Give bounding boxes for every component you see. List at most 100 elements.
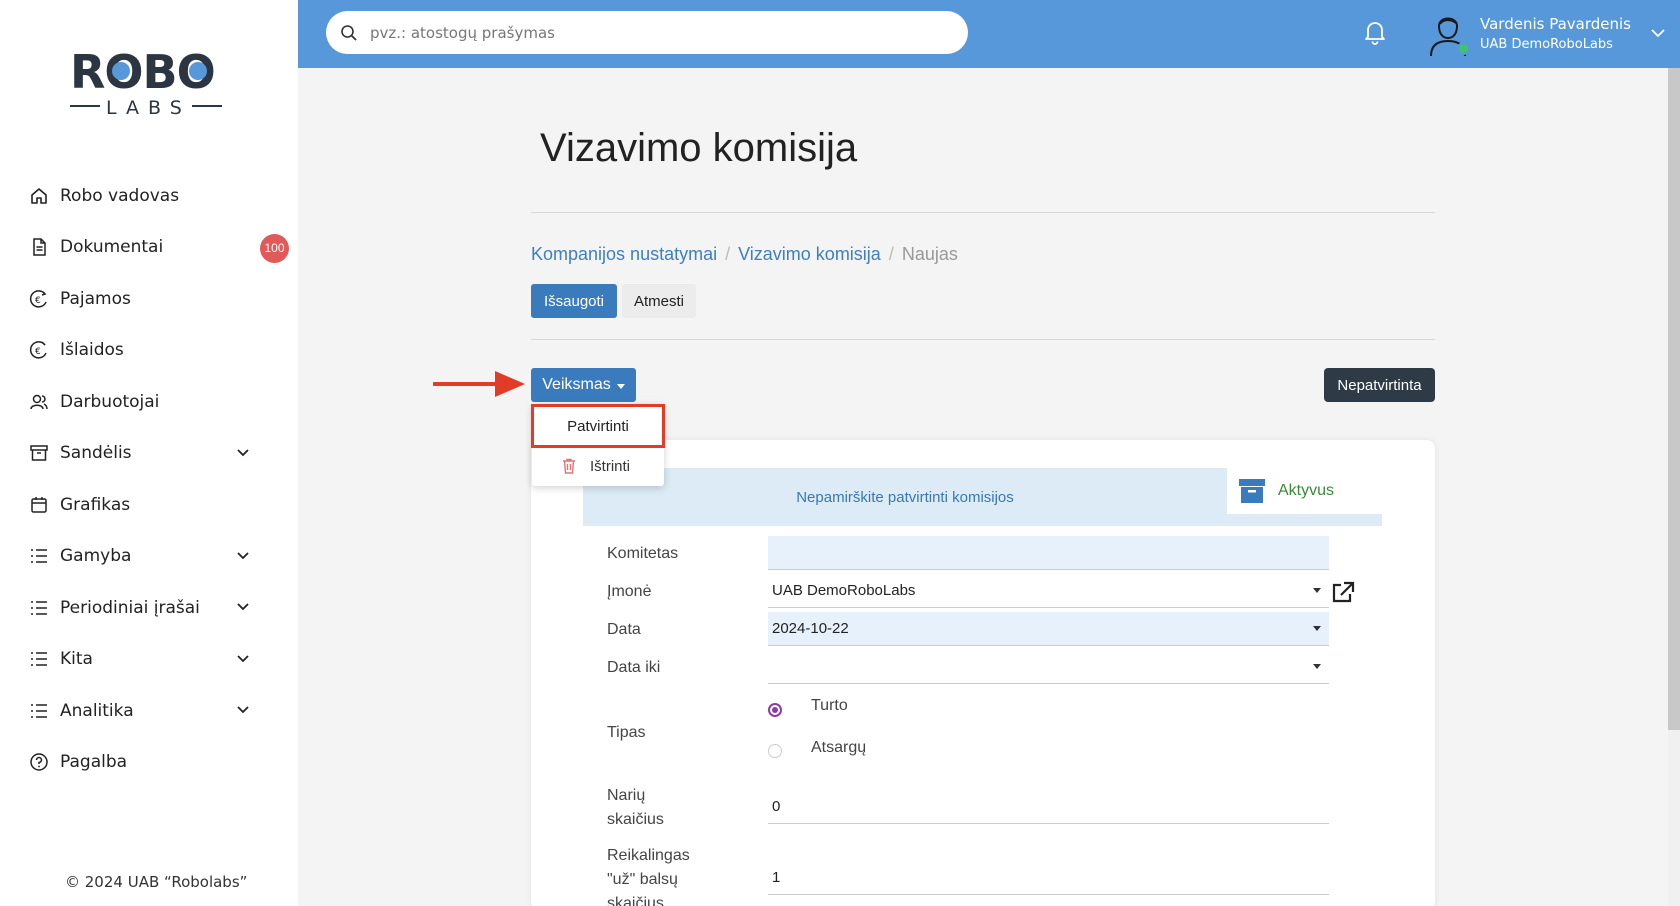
sidebar-item-gamyba[interactable]: Gamyba (0, 531, 298, 583)
archive-toggle-button[interactable]: Aktyvus (1228, 468, 1380, 514)
alert-banner-extension (1227, 514, 1382, 526)
members-label-line1: Narių (607, 787, 646, 804)
sidebar-item-label: Kita (60, 649, 93, 670)
members-label-line2: skaičius (607, 811, 664, 828)
committee-label: Komitetas (607, 545, 679, 562)
divider (531, 212, 1435, 213)
chevron-down-icon[interactable] (1650, 26, 1666, 40)
scrollbar-thumb[interactable] (1668, 68, 1680, 730)
sidebar: ROBO LABS Robo vadovas Dokumentai 100 € … (0, 0, 298, 906)
sidebar-item-label: Pajamos (60, 288, 131, 309)
chevron-down-icon[interactable] (236, 446, 250, 460)
list-icon (28, 545, 50, 567)
search-icon (341, 24, 357, 41)
members-count-field[interactable]: 0 (768, 790, 1329, 824)
sidebar-item-analitika[interactable]: Analitika (0, 685, 298, 737)
dropdown-delete-item[interactable]: Ištrinti (532, 448, 664, 484)
user-company: UAB DemoRoboLabs (1480, 37, 1613, 52)
list-icon (28, 597, 50, 619)
type-option-turto: Turto (811, 697, 848, 714)
red-arrow-annotation-icon (433, 371, 525, 397)
votes-label-line3: skaičius (607, 895, 664, 906)
dropdown-caret-icon (1313, 588, 1321, 593)
user-name: Vardenis Pavardenis (1480, 15, 1631, 33)
breadcrumb: Kompanijos nustatymai / Vizavimo komisij… (531, 244, 958, 265)
sidebar-item-periodiniai-irasai[interactable]: Periodiniai įrašai (0, 582, 298, 634)
date-to-field[interactable] (768, 650, 1329, 684)
chevron-down-icon[interactable] (236, 549, 250, 563)
save-button[interactable]: Išsaugoti (531, 284, 617, 318)
discard-button[interactable]: Atmesti (622, 284, 696, 318)
breadcrumb-current: Naujas (901, 244, 958, 264)
dropdown-caret-icon (1313, 626, 1321, 631)
help-icon (28, 751, 50, 773)
action-dropdown-menu: Patvirtinti Ištrinti (531, 404, 665, 486)
calendar-icon (28, 494, 50, 516)
employees-icon (28, 391, 50, 413)
type-radio-turto[interactable] (768, 703, 782, 717)
alert-text: Nepamirškite patvirtinti komisijos (796, 488, 1014, 506)
action-dropdown-button[interactable]: Veiksmas (531, 368, 636, 402)
status-badge: Nepatvirtinta (1324, 368, 1435, 402)
dropdown-confirm-item[interactable]: Patvirtinti (531, 404, 665, 448)
svg-text:€: € (35, 347, 41, 357)
dropdown-caret-icon (1313, 664, 1321, 669)
sidebar-item-kita[interactable]: Kita (0, 634, 298, 686)
search-bar[interactable] (326, 11, 968, 54)
warehouse-icon (28, 442, 50, 464)
chevron-down-icon[interactable] (236, 600, 250, 614)
sidebar-item-dokumentai[interactable]: Dokumentai 100 (0, 222, 298, 274)
breadcrumb-committee[interactable]: Vizavimo komisija (738, 244, 881, 265)
robolabs-logo[interactable]: ROBO LABS (70, 44, 225, 124)
home-icon (28, 185, 50, 207)
sidebar-item-label: Gamyba (60, 546, 132, 567)
dropdown-delete-label: Ištrinti (590, 457, 631, 475)
sidebar-item-robo-vadovas[interactable]: Robo vadovas (0, 170, 298, 222)
sidebar-item-sandelis[interactable]: Sandėlis (0, 428, 298, 480)
sidebar-item-label: Sandėlis (60, 443, 132, 464)
sidebar-item-grafikas[interactable]: Grafikas (0, 479, 298, 531)
date-field[interactable]: 2024-10-22 (768, 612, 1329, 646)
svg-text:€: € (35, 296, 41, 306)
online-status-dot (1457, 42, 1470, 55)
archive-label: Aktyvus (1278, 482, 1335, 499)
chevron-down-icon[interactable] (236, 652, 250, 666)
date-label: Data (607, 621, 641, 638)
income-icon: € (28, 288, 50, 310)
sidebar-item-darbuotojai[interactable]: Darbuotojai (0, 376, 298, 428)
external-link-icon[interactable] (1330, 580, 1356, 604)
search-input[interactable] (370, 23, 930, 42)
company-select[interactable]: UAB DemoRoboLabs (768, 574, 1329, 608)
trash-icon (563, 458, 575, 474)
breadcrumb-separator: / (725, 244, 731, 264)
sidebar-item-label: Robo vadovas (60, 185, 180, 206)
date-value: 2024-10-22 (772, 620, 849, 637)
sidebar-nav: Robo vadovas Dokumentai 100 € Pajamos € … (0, 170, 298, 788)
page-title: Vizavimo komisija (540, 126, 858, 170)
committee-field[interactable] (768, 536, 1329, 570)
logo-bottom-text: LABS (106, 97, 191, 119)
action-button-label: Veiksmas (542, 376, 611, 393)
sidebar-item-label: Pagalba (60, 752, 128, 773)
sidebar-item-label: Išlaidos (60, 340, 124, 361)
type-radio-atsargu[interactable] (768, 744, 782, 758)
chevron-down-icon[interactable] (236, 703, 250, 717)
sidebar-item-pagalba[interactable]: Pagalba (0, 737, 298, 789)
breadcrumb-company-settings[interactable]: Kompanijos nustatymai (531, 244, 717, 265)
company-label: Įmonė (607, 583, 652, 600)
caret-down-icon (616, 383, 625, 389)
votes-count-field[interactable]: 1 (768, 861, 1329, 895)
sidebar-item-pajamos[interactable]: € Pajamos (0, 273, 298, 325)
sidebar-item-label: Analitika (60, 700, 134, 721)
sidebar-item-islaidos[interactable]: € Išlaidos (0, 325, 298, 377)
notification-bell-icon[interactable] (1361, 18, 1389, 46)
company-value: UAB DemoRoboLabs (772, 582, 916, 599)
type-option-atsargu: Atsargų (811, 739, 867, 756)
date-to-label: Data iki (607, 659, 661, 676)
type-label: Tipas (607, 724, 646, 741)
top-header: Vardenis Pavardenis UAB DemoRoboLabs (298, 0, 1680, 68)
breadcrumb-separator: / (888, 244, 894, 264)
documents-count-badge: 100 (260, 233, 289, 263)
sidebar-item-label: Dokumentai (60, 237, 164, 258)
list-icon (28, 648, 50, 670)
